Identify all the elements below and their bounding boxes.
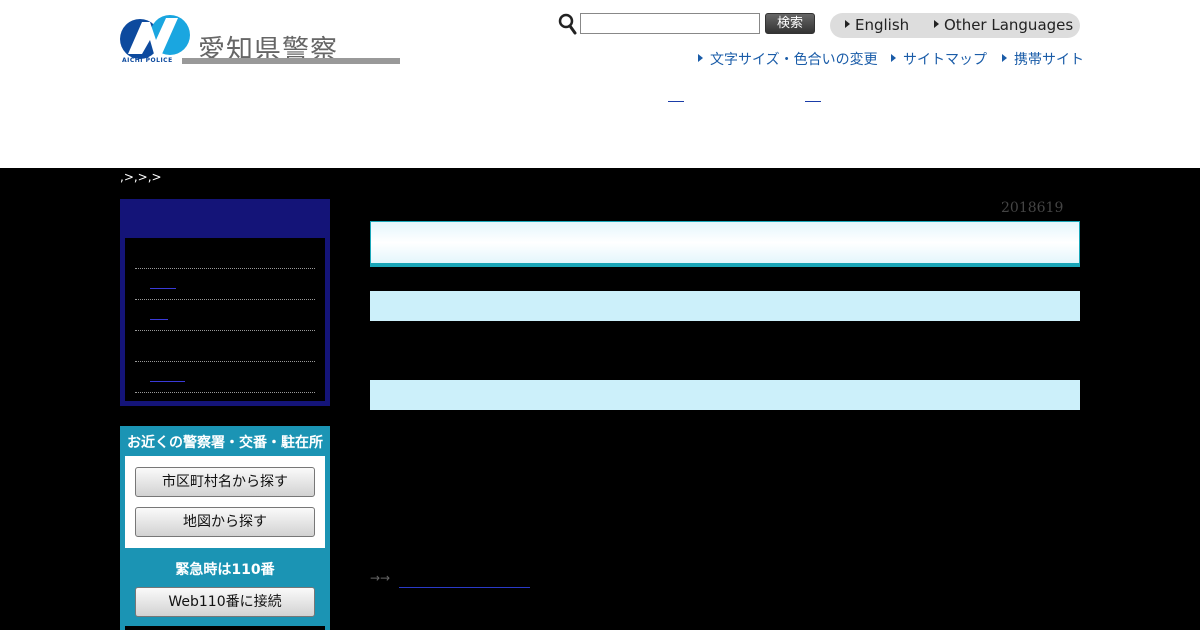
finder-title: お近くの警察署・交番・駐在所 [127,435,323,451]
english-link[interactable]: English [845,16,909,34]
triangle-right-icon [845,20,850,28]
triangle-right-icon [1002,54,1007,62]
page-date: 2018619 [1001,200,1064,216]
side-menu-list [125,238,325,401]
text-size-color-link[interactable]: 文字サイズ・色合いの変更 [698,49,878,69]
menu-divider [135,330,315,331]
nav-link-underline[interactable] [668,101,684,102]
finder-bottom-edge [125,626,325,630]
text-size-color-label: 文字サイズ・色合いの変更 [710,52,878,68]
mobile-site-link[interactable]: 携帯サイト [1002,49,1084,69]
arrow-text: →→ [370,571,391,585]
menu-divider [135,299,315,300]
triangle-right-icon [891,54,896,62]
search-input[interactable] [580,13,760,34]
finder-search-panel: 市区町村名から探す 地図から探す [125,456,325,548]
site-subtitle: AICHI POLICE [122,57,173,64]
menu-divider [135,361,315,362]
menu-divider [135,392,315,393]
language-switcher: English Other Languages [830,13,1080,38]
side-menu [120,199,330,406]
side-menu-item[interactable] [150,288,176,289]
search-button[interactable]: 検索 [765,13,815,34]
site-header: 愛知県警察 AICHI POLICE 検索 English Other Lang… [0,0,1200,168]
other-languages-link[interactable]: Other Languages [934,16,1073,34]
other-languages-label: Other Languages [944,16,1074,34]
content-link[interactable] [399,587,530,588]
english-label: English [855,16,910,34]
triangle-right-icon [934,20,939,28]
search-icon [558,13,577,35]
side-menu-item[interactable] [150,381,185,382]
breadcrumb: ,>,>,> [120,170,162,184]
station-finder: お近くの警察署・交番・駐在所 市区町村名から探す 地図から探す 緊急時は110番… [120,426,330,630]
sitemap-link[interactable]: サイトマップ [891,49,987,69]
search-by-city-button[interactable]: 市区町村名から探す [135,467,315,497]
section-heading [370,291,1080,321]
menu-divider [135,268,315,269]
mobile-site-label: 携帯サイト [1014,52,1084,68]
triangle-right-icon [698,54,703,62]
page-title-box [370,221,1080,267]
section-heading [370,380,1080,410]
web110-button[interactable]: Web110番に接続 [135,587,315,617]
sitemap-label: サイトマップ [903,52,987,68]
logo-underline [182,58,400,64]
nav-link-underline[interactable] [805,101,821,102]
side-menu-item[interactable] [150,319,168,320]
search-by-map-button[interactable]: 地図から探す [135,507,315,537]
emergency-text: 緊急時は110番 [175,562,275,578]
site-logo[interactable]: 愛知県警察 AICHI POLICE [120,14,400,66]
